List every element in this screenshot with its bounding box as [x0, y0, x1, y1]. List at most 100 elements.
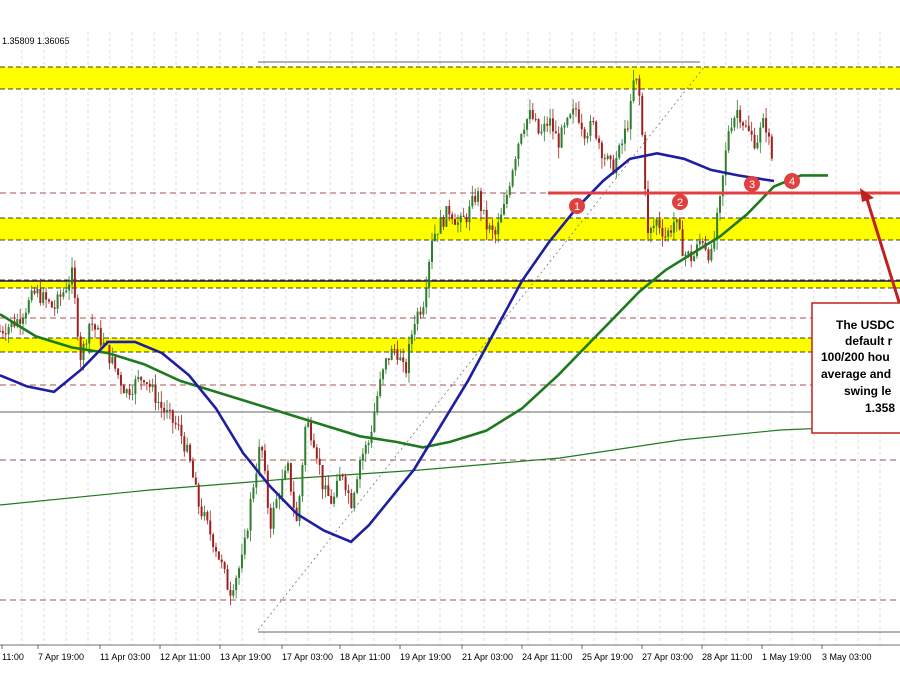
candle-body	[330, 495, 333, 504]
candle-body	[647, 189, 649, 234]
candle-body	[238, 568, 241, 578]
candle-body	[649, 227, 652, 234]
candle-body	[436, 233, 439, 235]
candle-body	[356, 479, 359, 493]
candle-body	[151, 384, 154, 387]
x-tick-label: 17 Apr 03:00	[282, 652, 333, 662]
candle-body	[419, 311, 422, 315]
candle-body	[407, 344, 410, 374]
marker-label: 1	[574, 201, 580, 213]
candle-body	[261, 447, 264, 451]
yellow-zone	[0, 67, 900, 89]
candle-body	[497, 222, 500, 235]
candle-body	[477, 191, 480, 202]
candle-body	[503, 203, 505, 215]
candle-body	[59, 294, 62, 297]
candle-body	[433, 233, 436, 241]
candle-body	[445, 205, 448, 227]
candle-body	[24, 312, 27, 319]
candle-body	[681, 229, 684, 256]
candle-body	[739, 109, 742, 123]
candle-body	[249, 498, 252, 531]
candle-body	[94, 324, 97, 330]
x-tick-label: 24 Apr 11:00	[522, 652, 572, 662]
candle-body	[485, 209, 488, 230]
candle-body	[27, 300, 30, 313]
x-tick-label: 21 Apr 03:00	[462, 652, 513, 662]
candle-body	[327, 485, 330, 496]
candle-body	[416, 311, 419, 324]
candle-body	[387, 358, 390, 360]
candle-body	[569, 114, 572, 118]
candle-body	[534, 118, 537, 120]
candle-body	[143, 380, 145, 383]
candle-body	[240, 554, 243, 569]
callout-line: default r	[845, 334, 893, 348]
candle-body	[194, 477, 197, 485]
candle-body	[474, 195, 477, 202]
candle-body	[157, 401, 160, 403]
candle-body	[255, 473, 258, 488]
x-tick-label: 13 Apr 19:00	[220, 652, 271, 662]
candle-body	[258, 447, 261, 474]
candle-body	[526, 119, 529, 130]
candle-body	[762, 118, 765, 128]
candle-body	[304, 426, 307, 466]
candle-body	[396, 349, 399, 360]
swing-marker: 2	[672, 194, 688, 210]
x-tick-label: 11:00	[2, 652, 24, 662]
candle-body	[390, 349, 393, 360]
candle-body	[626, 128, 629, 130]
candle-body	[301, 465, 304, 497]
candle-body	[186, 444, 189, 452]
candle-body	[0, 330, 1, 332]
candle-body	[517, 143, 520, 160]
candle-body	[600, 142, 603, 159]
candle-body	[220, 559, 223, 563]
candle-body	[638, 78, 641, 96]
x-tick-label: 18 Apr 11:00	[340, 652, 390, 662]
candle-body	[543, 123, 546, 132]
candle-body	[212, 534, 215, 548]
annotation-callout: The USDC default r 100/200 hou average and s…	[811, 302, 900, 434]
candle-body	[384, 358, 387, 370]
candle-body	[431, 240, 433, 263]
candle-body	[528, 110, 531, 120]
x-tick-label: 3 May 03:00	[822, 652, 872, 662]
candle-body	[451, 214, 454, 220]
candle-body	[454, 219, 457, 225]
candle-body	[209, 520, 212, 535]
candle-body	[333, 496, 336, 504]
candle-body	[459, 215, 462, 223]
swing-marker: 3	[744, 176, 760, 192]
candle-body	[537, 119, 540, 134]
candle-body	[413, 323, 416, 335]
candle-body	[350, 493, 353, 508]
candle-body	[99, 327, 102, 346]
candle-body	[22, 318, 25, 324]
candle-body	[376, 395, 379, 413]
candle-body	[494, 229, 497, 235]
candle-body	[554, 131, 557, 134]
candle-body	[520, 133, 523, 144]
swing-marker: 1	[569, 198, 585, 214]
candle-body	[563, 125, 566, 128]
candle-body	[684, 254, 687, 256]
candle-body	[405, 361, 408, 374]
candle-body	[373, 412, 376, 432]
candle-body	[19, 319, 22, 324]
candle-body	[710, 248, 713, 261]
candle-body	[96, 327, 99, 330]
candle-body	[655, 219, 658, 226]
long-ma-line	[0, 424, 900, 506]
candle-body	[62, 292, 65, 297]
candle-body	[125, 389, 128, 394]
candle-body	[505, 195, 508, 204]
price-chart: 1 2 3 4 The USDC default r 100/200 hou average…	[0, 32, 900, 662]
candle-body	[307, 422, 310, 427]
candle-body	[733, 118, 736, 128]
candle-body	[117, 368, 120, 376]
candle-body	[114, 356, 117, 369]
candle-body	[765, 118, 768, 133]
candle-body	[324, 485, 327, 490]
